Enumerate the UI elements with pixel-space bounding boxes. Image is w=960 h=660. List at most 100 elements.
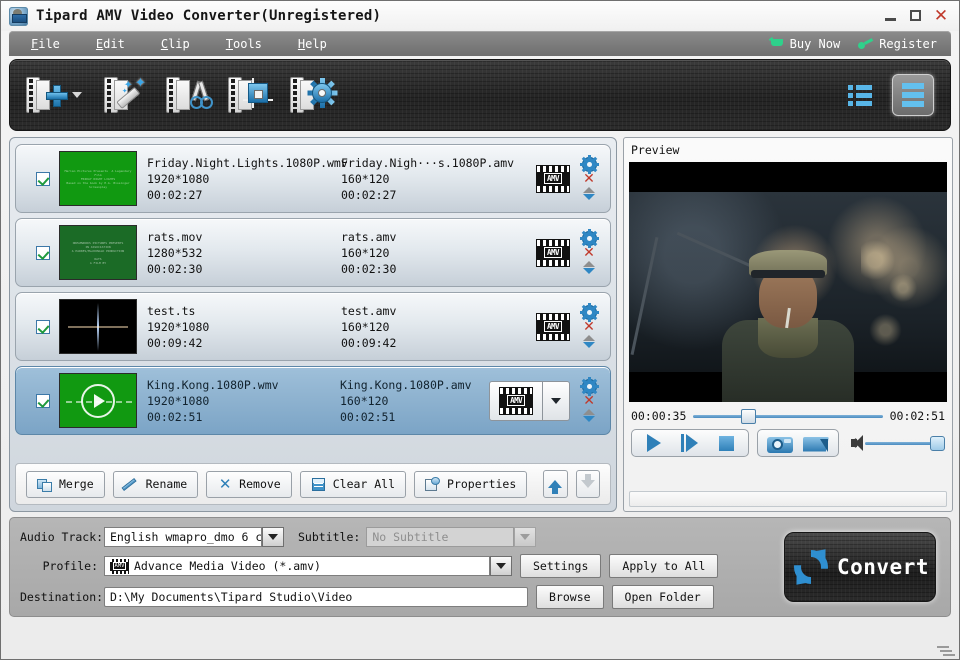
menu-item-clip[interactable]: Clip (147, 34, 204, 54)
red-x-icon[interactable]: ✕ (583, 247, 595, 260)
window-controls: ✕ (883, 8, 955, 24)
output-duration: 00:02:30 (341, 262, 491, 276)
table-row[interactable]: Marian Pictures Presents A Legendary Fil… (15, 144, 611, 213)
menu-item-tools[interactable]: Tools (212, 34, 276, 54)
format-selector[interactable]: AMV (536, 239, 570, 267)
menu-item-edit[interactable]: Edit (82, 34, 139, 54)
snapshot-button[interactable] (764, 432, 796, 454)
source-resolution: 1920*1080 (147, 394, 334, 408)
thumbnail-view-button[interactable] (840, 75, 880, 115)
table-row[interactable]: DREAMWORKS PICTURES PRESENTSIN ASSOCIATI… (15, 218, 611, 287)
properties-button[interactable]: Properties (414, 471, 527, 498)
arrow-down-icon[interactable] (583, 342, 595, 348)
clear-all-label: Clear All (333, 477, 395, 491)
row-checkbox[interactable] (36, 320, 50, 334)
profile-dropdown-button[interactable] (490, 556, 512, 576)
arrow-up-icon[interactable] (583, 261, 595, 267)
row-checkbox[interactable] (36, 246, 50, 260)
table-row[interactable]: test.ts 1920*1080 00:09:42 test.amv 160*… (15, 292, 611, 361)
gear-icon[interactable] (582, 231, 597, 246)
amv-film-icon: AMV (536, 313, 570, 341)
amv-film-icon: AMV (536, 165, 570, 193)
amv-film-icon: AMV (536, 239, 570, 267)
audio-track-select[interactable]: English wmapro_dmo 6 chan (104, 527, 262, 547)
format-selector[interactable]: AMV (489, 381, 570, 421)
arrow-down-icon[interactable] (583, 268, 595, 274)
seek-slider[interactable] (693, 409, 882, 423)
stop-button[interactable] (710, 432, 742, 454)
close-icon[interactable]: ✕ (933, 8, 949, 24)
arrow-up-icon[interactable] (583, 409, 595, 415)
video-thumbnail[interactable] (59, 373, 137, 428)
move-down-button (576, 470, 600, 498)
snapshot-folder-button[interactable] (800, 432, 832, 454)
gear-icon[interactable] (582, 379, 597, 394)
red-x-icon[interactable]: ✕ (583, 321, 595, 334)
profile-select[interactable]: AMV Advance Media Video (*.amv) (104, 556, 490, 576)
play-overlay-icon[interactable] (81, 384, 115, 418)
gear-icon[interactable] (582, 305, 597, 320)
format-dropdown-button[interactable] (543, 381, 570, 421)
clear-all-button[interactable]: Clear All (300, 471, 406, 498)
gear-icon[interactable] (582, 157, 597, 172)
open-folder-button[interactable]: Open Folder (612, 585, 714, 609)
format-label: AMV (544, 173, 562, 184)
x-icon: ✕ (217, 477, 233, 492)
arrow-down-icon[interactable] (583, 194, 595, 200)
add-file-button[interactable] (26, 77, 82, 113)
row-checkbox[interactable] (36, 172, 50, 186)
merge-button[interactable]: Merge (26, 471, 105, 498)
arrow-up-icon[interactable] (583, 187, 595, 193)
pencil-icon (124, 477, 140, 492)
video-preview[interactable] (629, 162, 947, 402)
step-frame-button[interactable] (674, 432, 706, 454)
apply-to-all-button[interactable]: Apply to All (609, 554, 718, 578)
destination-input[interactable]: D:\My Documents\Tipard Studio\Video (104, 587, 528, 607)
red-x-icon[interactable]: ✕ (583, 395, 595, 408)
convert-button[interactable]: Convert (784, 532, 936, 602)
seek-handle[interactable] (741, 409, 756, 424)
play-button[interactable] (638, 432, 670, 454)
buy-now-button[interactable]: Buy Now (769, 37, 841, 51)
volume-handle[interactable] (930, 436, 945, 451)
amv-film-icon: AMV (499, 387, 533, 415)
move-up-button[interactable] (543, 470, 567, 498)
menu-item-help[interactable]: Help (284, 34, 341, 54)
format-button[interactable]: AMV (489, 381, 543, 421)
camera-icon (767, 434, 793, 453)
edit-button[interactable]: ✦ ✦ ✦ (104, 77, 144, 113)
format-selector[interactable]: AMV (536, 165, 570, 193)
audio-track-dropdown-button[interactable] (262, 527, 284, 547)
refresh-arrows-icon (791, 547, 831, 587)
output-duration: 00:02:51 (340, 410, 489, 424)
speaker-icon[interactable] (851, 435, 857, 451)
menu-bar-right: Buy Now Register (769, 37, 951, 51)
effect-settings-button[interactable] (290, 77, 330, 113)
properties-icon (425, 477, 441, 492)
output-duration: 00:02:27 (341, 188, 491, 202)
table-row[interactable]: King.Kong.1080P.wmv 1920*1080 00:02:51 K… (15, 366, 611, 435)
row-checkbox[interactable] (36, 394, 50, 408)
rename-button[interactable]: Rename (113, 471, 199, 498)
register-button[interactable]: Register (858, 37, 937, 51)
source-resolution: 1280*532 (147, 246, 335, 260)
minimize-icon[interactable] (883, 8, 899, 24)
arrow-down-icon[interactable] (583, 416, 595, 422)
key-icon (858, 38, 873, 50)
maximize-icon[interactable] (908, 8, 924, 24)
red-x-icon[interactable]: ✕ (583, 173, 595, 186)
clip-button[interactable] (166, 77, 206, 113)
output-file-info: rats.amv 160*120 00:02:30 (341, 225, 491, 280)
settings-button[interactable]: Settings (520, 554, 601, 578)
detail-view-button[interactable] (892, 74, 934, 116)
menu-item-file[interactable]: File (17, 34, 74, 54)
format-selector[interactable]: AMV (536, 313, 570, 341)
resize-grip[interactable] (942, 643, 956, 657)
volume-slider[interactable] (865, 436, 945, 450)
arrow-up-icon[interactable] (583, 335, 595, 341)
browse-button[interactable]: Browse (536, 585, 604, 609)
remove-button[interactable]: ✕ Remove (206, 471, 292, 498)
snapshot-group (757, 429, 839, 457)
crop-button[interactable] (228, 77, 268, 113)
chevron-down-icon[interactable] (72, 92, 82, 98)
